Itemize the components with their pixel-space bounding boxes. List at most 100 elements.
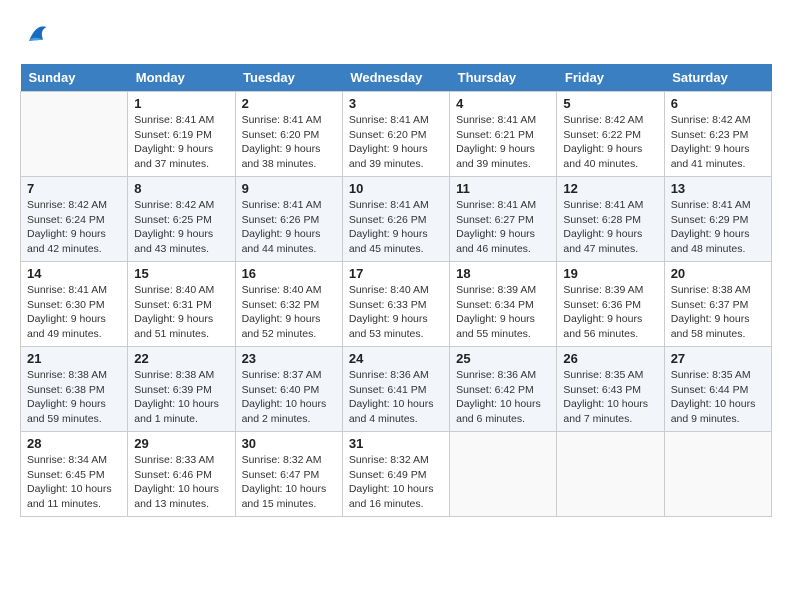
calendar-cell: 24 Sunrise: 8:36 AM Sunset: 6:41 PM Dayli… xyxy=(342,347,449,432)
day-info: Sunrise: 8:37 AM Sunset: 6:40 PM Dayligh… xyxy=(242,368,336,427)
calendar-cell: 16 Sunrise: 8:40 AM Sunset: 6:32 PM Dayli… xyxy=(235,262,342,347)
day-number: 18 xyxy=(456,266,550,281)
day-number: 17 xyxy=(349,266,443,281)
day-info: Sunrise: 8:42 AM Sunset: 6:25 PM Dayligh… xyxy=(134,198,228,257)
calendar-cell: 4 Sunrise: 8:41 AM Sunset: 6:21 PM Daylig… xyxy=(450,92,557,177)
day-number: 25 xyxy=(456,351,550,366)
calendar-cell: 15 Sunrise: 8:40 AM Sunset: 6:31 PM Dayli… xyxy=(128,262,235,347)
col-header-sunday: Sunday xyxy=(21,64,128,92)
day-number: 4 xyxy=(456,96,550,111)
day-info: Sunrise: 8:41 AM Sunset: 6:30 PM Dayligh… xyxy=(27,283,121,342)
calendar-cell: 8 Sunrise: 8:42 AM Sunset: 6:25 PM Daylig… xyxy=(128,177,235,262)
calendar-cell: 26 Sunrise: 8:35 AM Sunset: 6:43 PM Dayli… xyxy=(557,347,664,432)
calendar-cell: 23 Sunrise: 8:37 AM Sunset: 6:40 PM Dayli… xyxy=(235,347,342,432)
day-number: 3 xyxy=(349,96,443,111)
day-number: 12 xyxy=(563,181,657,196)
calendar-week-4: 21 Sunrise: 8:38 AM Sunset: 6:38 PM Dayli… xyxy=(21,347,772,432)
day-number: 8 xyxy=(134,181,228,196)
calendar-cell: 19Sunrise: 8:39 AM Sunset: 6:36 PM Dayli… xyxy=(557,262,664,347)
logo-icon xyxy=(22,20,50,48)
day-number: 13 xyxy=(671,181,765,196)
day-info: Sunrise: 8:40 AM Sunset: 6:32 PM Dayligh… xyxy=(242,283,336,342)
calendar-cell: 30 Sunrise: 8:32 AM Sunset: 6:47 PM Dayli… xyxy=(235,432,342,517)
day-info: Sunrise: 8:33 AM Sunset: 6:46 PM Dayligh… xyxy=(134,453,228,512)
calendar-cell: 28 Sunrise: 8:34 AM Sunset: 6:45 PM Dayli… xyxy=(21,432,128,517)
day-info: Sunrise: 8:40 AM Sunset: 6:31 PM Dayligh… xyxy=(134,283,228,342)
day-info: Sunrise: 8:41 AM Sunset: 6:29 PM Dayligh… xyxy=(671,198,765,257)
calendar-cell: 27 Sunrise: 8:35 AM Sunset: 6:44 PM Dayli… xyxy=(664,347,771,432)
day-number: 6 xyxy=(671,96,765,111)
calendar-cell: 14 Sunrise: 8:41 AM Sunset: 6:30 PM Dayli… xyxy=(21,262,128,347)
calendar-cell: 12 Sunrise: 8:41 AM Sunset: 6:28 PM Dayli… xyxy=(557,177,664,262)
day-number: 29 xyxy=(134,436,228,451)
calendar-cell: 31 Sunrise: 8:32 AM Sunset: 6:49 PM Dayli… xyxy=(342,432,449,517)
day-number: 30 xyxy=(242,436,336,451)
day-number: 24 xyxy=(349,351,443,366)
col-header-thursday: Thursday xyxy=(450,64,557,92)
calendar-cell: 10 Sunrise: 8:41 AM Sunset: 6:26 PM Dayli… xyxy=(342,177,449,262)
day-info: Sunrise: 8:39 AM Sunset: 6:34 PM Dayligh… xyxy=(456,283,550,342)
calendar-cell: 17 Sunrise: 8:40 AM Sunset: 6:33 PM Dayli… xyxy=(342,262,449,347)
day-number: 14 xyxy=(27,266,121,281)
day-info: Sunrise: 8:38 AM Sunset: 6:37 PM Dayligh… xyxy=(671,283,765,342)
calendar-cell: 7Sunrise: 8:42 AM Sunset: 6:24 PM Daylig… xyxy=(21,177,128,262)
day-number: 15 xyxy=(134,266,228,281)
calendar-week-2: 7Sunrise: 8:42 AM Sunset: 6:24 PM Daylig… xyxy=(21,177,772,262)
calendar-cell: 9 Sunrise: 8:41 AM Sunset: 6:26 PM Daylig… xyxy=(235,177,342,262)
logo xyxy=(20,20,50,48)
col-header-saturday: Saturday xyxy=(664,64,771,92)
day-info: Sunrise: 8:41 AM Sunset: 6:20 PM Dayligh… xyxy=(349,113,443,172)
day-number: 20 xyxy=(671,266,765,281)
day-info: Sunrise: 8:32 AM Sunset: 6:47 PM Dayligh… xyxy=(242,453,336,512)
calendar-header-row: SundayMondayTuesdayWednesdayThursdayFrid… xyxy=(21,64,772,92)
day-info: Sunrise: 8:41 AM Sunset: 6:21 PM Dayligh… xyxy=(456,113,550,172)
col-header-friday: Friday xyxy=(557,64,664,92)
day-info: Sunrise: 8:35 AM Sunset: 6:44 PM Dayligh… xyxy=(671,368,765,427)
calendar-cell: 3 Sunrise: 8:41 AM Sunset: 6:20 PM Daylig… xyxy=(342,92,449,177)
day-info: Sunrise: 8:35 AM Sunset: 6:43 PM Dayligh… xyxy=(563,368,657,427)
day-info: Sunrise: 8:38 AM Sunset: 6:38 PM Dayligh… xyxy=(27,368,121,427)
day-info: Sunrise: 8:42 AM Sunset: 6:22 PM Dayligh… xyxy=(563,113,657,172)
calendar-cell: 2 Sunrise: 8:41 AM Sunset: 6:20 PM Daylig… xyxy=(235,92,342,177)
calendar-cell: 22Sunrise: 8:38 AM Sunset: 6:39 PM Dayli… xyxy=(128,347,235,432)
day-info: Sunrise: 8:40 AM Sunset: 6:33 PM Dayligh… xyxy=(349,283,443,342)
day-info: Sunrise: 8:41 AM Sunset: 6:27 PM Dayligh… xyxy=(456,198,550,257)
day-number: 5 xyxy=(563,96,657,111)
calendar-cell xyxy=(557,432,664,517)
day-number: 21 xyxy=(27,351,121,366)
day-number: 10 xyxy=(349,181,443,196)
day-info: Sunrise: 8:41 AM Sunset: 6:19 PM Dayligh… xyxy=(134,113,228,172)
calendar-week-3: 14 Sunrise: 8:41 AM Sunset: 6:30 PM Dayli… xyxy=(21,262,772,347)
day-info: Sunrise: 8:36 AM Sunset: 6:42 PM Dayligh… xyxy=(456,368,550,427)
calendar-cell: 18 Sunrise: 8:39 AM Sunset: 6:34 PM Dayli… xyxy=(450,262,557,347)
calendar-cell xyxy=(664,432,771,517)
day-number: 31 xyxy=(349,436,443,451)
day-info: Sunrise: 8:41 AM Sunset: 6:20 PM Dayligh… xyxy=(242,113,336,172)
col-header-monday: Monday xyxy=(128,64,235,92)
calendar-week-1: 1Sunrise: 8:41 AM Sunset: 6:19 PM Daylig… xyxy=(21,92,772,177)
day-info: Sunrise: 8:41 AM Sunset: 6:28 PM Dayligh… xyxy=(563,198,657,257)
day-number: 23 xyxy=(242,351,336,366)
day-number: 9 xyxy=(242,181,336,196)
calendar-cell: 13 Sunrise: 8:41 AM Sunset: 6:29 PM Dayli… xyxy=(664,177,771,262)
day-number: 26 xyxy=(563,351,657,366)
day-info: Sunrise: 8:42 AM Sunset: 6:24 PM Dayligh… xyxy=(27,198,121,257)
day-info: Sunrise: 8:41 AM Sunset: 6:26 PM Dayligh… xyxy=(242,198,336,257)
col-header-wednesday: Wednesday xyxy=(342,64,449,92)
calendar-cell: 5 Sunrise: 8:42 AM Sunset: 6:22 PM Daylig… xyxy=(557,92,664,177)
calendar-table: SundayMondayTuesdayWednesdayThursdayFrid… xyxy=(20,64,772,517)
day-number: 16 xyxy=(242,266,336,281)
day-number: 27 xyxy=(671,351,765,366)
day-info: Sunrise: 8:36 AM Sunset: 6:41 PM Dayligh… xyxy=(349,368,443,427)
day-number: 28 xyxy=(27,436,121,451)
day-info: Sunrise: 8:34 AM Sunset: 6:45 PM Dayligh… xyxy=(27,453,121,512)
day-info: Sunrise: 8:41 AM Sunset: 6:26 PM Dayligh… xyxy=(349,198,443,257)
calendar-cell: 1Sunrise: 8:41 AM Sunset: 6:19 PM Daylig… xyxy=(128,92,235,177)
day-info: Sunrise: 8:38 AM Sunset: 6:39 PM Dayligh… xyxy=(134,368,228,427)
day-number: 2 xyxy=(242,96,336,111)
calendar-cell: 6Sunrise: 8:42 AM Sunset: 6:23 PM Daylig… xyxy=(664,92,771,177)
day-info: Sunrise: 8:32 AM Sunset: 6:49 PM Dayligh… xyxy=(349,453,443,512)
calendar-cell xyxy=(21,92,128,177)
calendar-cell: 21 Sunrise: 8:38 AM Sunset: 6:38 PM Dayli… xyxy=(21,347,128,432)
calendar-cell: 29 Sunrise: 8:33 AM Sunset: 6:46 PM Dayli… xyxy=(128,432,235,517)
